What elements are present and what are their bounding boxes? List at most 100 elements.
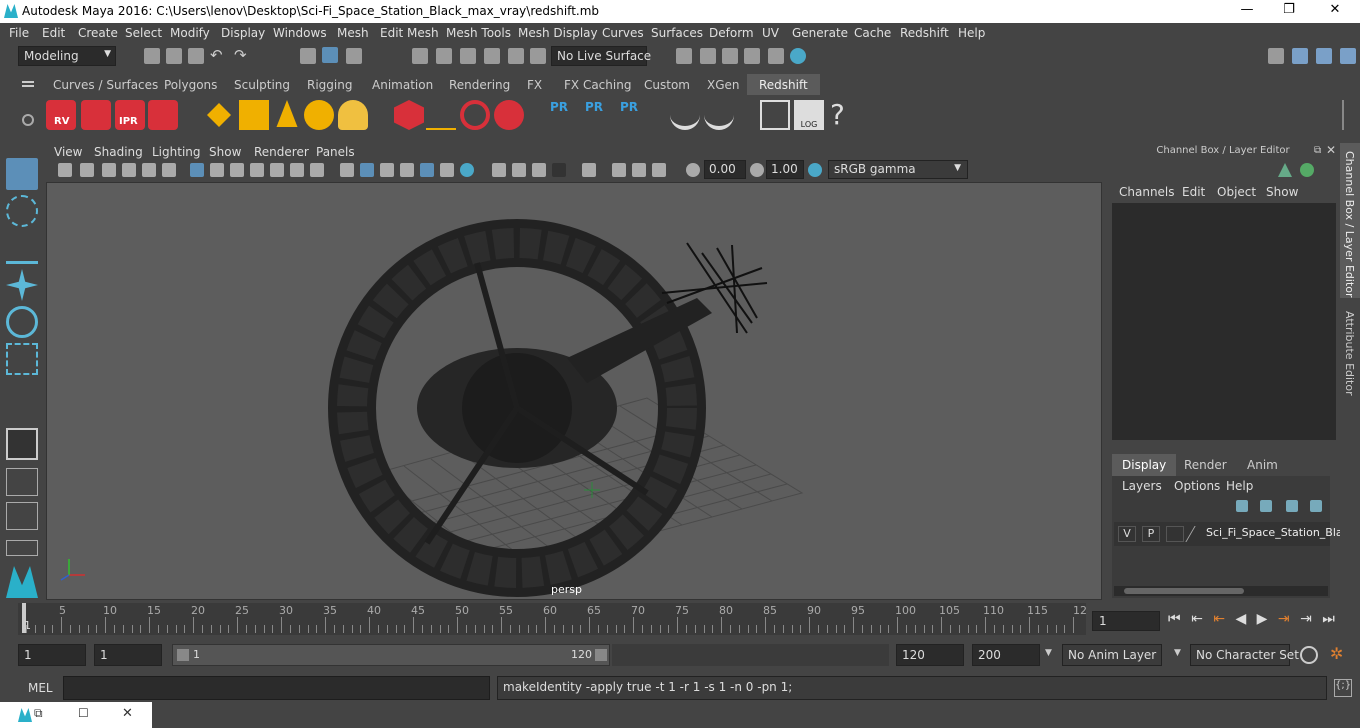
redshift-sun-sky-icon[interactable] — [338, 100, 368, 130]
xray-joints-icon[interactable] — [612, 163, 626, 177]
new-layer-selected-icon[interactable] — [1310, 500, 1322, 512]
graph-layout-icon[interactable] — [6, 540, 38, 556]
render-current-icon[interactable] — [722, 48, 738, 64]
menu-mesh-display[interactable]: Mesh Display — [518, 26, 598, 40]
perspective-viewport[interactable]: persp — [46, 182, 1102, 600]
snap-projected-icon[interactable] — [484, 48, 500, 64]
menu-windows[interactable]: Windows — [273, 26, 327, 40]
step-back-frame-icon[interactable]: ⇤ — [1191, 611, 1203, 627]
maya-logo-icon[interactable] — [6, 566, 38, 598]
animation-end-field[interactable]: 200 — [972, 644, 1040, 666]
current-frame-field[interactable]: 1 — [1092, 611, 1160, 631]
close-icon[interactable]: ✕ — [122, 706, 133, 721]
four-view-layout-icon[interactable] — [6, 468, 38, 496]
redshift-bake-set-icon[interactable] — [704, 100, 734, 130]
redshift-hair-icon[interactable] — [426, 100, 456, 130]
menu-cache[interactable]: Cache — [854, 26, 891, 40]
move-layer-up-icon[interactable] — [1236, 500, 1248, 512]
layer-type-toggle[interactable] — [1166, 526, 1184, 542]
channel-edit-menu[interactable]: Edit — [1182, 185, 1205, 199]
hypershade-icon[interactable] — [790, 48, 806, 64]
exposure-field[interactable]: 0.00 — [704, 160, 746, 179]
pr-proxy-convert-icon[interactable]: PR — [620, 100, 650, 130]
redshift-volume-icon[interactable] — [239, 100, 269, 130]
redshift-log-icon[interactable]: LOG — [794, 100, 824, 130]
toggle-channel-box-icon[interactable] — [1340, 48, 1356, 64]
help-icon[interactable]: ? — [830, 100, 860, 130]
restore-icon[interactable]: ⧉ — [34, 706, 43, 721]
range-slider[interactable]: 1 120 — [172, 644, 610, 666]
live-surface-field[interactable]: No Live Surface — [551, 46, 651, 66]
smooth-shade-icon[interactable] — [360, 163, 374, 177]
snap-surface-icon[interactable] — [508, 48, 524, 64]
redshift-light-icon[interactable] — [276, 100, 298, 127]
redshift-dome-light-icon[interactable] — [304, 100, 334, 130]
menu-edit[interactable]: Edit — [42, 26, 65, 40]
chevron-down-icon[interactable]: ▼ — [1174, 648, 1181, 658]
shelf-menu-icon[interactable] — [22, 81, 34, 83]
move-tool-icon[interactable] — [6, 269, 38, 301]
menu-file[interactable]: File — [9, 26, 29, 40]
snap-curve-icon[interactable] — [436, 48, 452, 64]
animation-start-field[interactable]: 1 — [18, 644, 86, 666]
construction-history-icon[interactable] — [676, 48, 692, 64]
xray-icon[interactable] — [582, 163, 596, 177]
tab-fx-caching[interactable]: FX Caching — [556, 76, 639, 94]
tab-fx[interactable]: FX — [519, 76, 550, 94]
resolution-gate-icon[interactable] — [230, 163, 244, 177]
channel-box-axis-icon[interactable] — [1278, 163, 1292, 177]
xray-active-icon[interactable] — [632, 163, 646, 177]
safe-title-icon[interactable] — [310, 163, 324, 177]
menu-modify[interactable]: Modify — [170, 26, 210, 40]
gate-mask-icon[interactable] — [250, 163, 264, 177]
select-hierarchy-icon[interactable] — [300, 48, 316, 64]
step-forward-key-icon[interactable]: ⇥ — [1278, 611, 1290, 627]
textured-icon[interactable] — [400, 163, 414, 177]
menu-help[interactable]: Help — [958, 26, 985, 40]
menu-select[interactable]: Select — [125, 26, 162, 40]
time-slider[interactable]: 1 5 10 15 20 25 30 35 40 45 50 55 60 65 … — [18, 603, 1087, 635]
two-d-pan-zoom-icon[interactable] — [142, 163, 156, 177]
character-set-dropdown[interactable]: No Character Set — [1190, 644, 1299, 666]
exposure-icon[interactable] — [686, 163, 700, 177]
redshift-ipr-icon[interactable]: IPR — [115, 100, 145, 130]
tab-animation[interactable]: Animation — [364, 76, 441, 94]
menu-deform[interactable]: Deform — [709, 26, 754, 40]
toggle-attribute-editor-icon[interactable] — [1316, 48, 1332, 64]
wireframe-on-shaded-icon[interactable] — [380, 163, 394, 177]
layer-row[interactable]: V P Sci_Fi_Space_Station_Bla — [1114, 522, 1343, 546]
rotate-tool-icon[interactable] — [6, 306, 38, 338]
paint-select-tool-icon[interactable] — [6, 232, 38, 264]
field-chart-icon[interactable] — [270, 163, 284, 177]
workspace-icon[interactable] — [1268, 48, 1284, 64]
menu-create[interactable]: Create — [78, 26, 118, 40]
go-to-end-icon[interactable]: ⏭ — [1322, 611, 1335, 627]
play-forwards-icon[interactable]: ▶ — [1257, 611, 1268, 627]
redshift-sphere-icon[interactable] — [494, 100, 524, 130]
screen-space-ao-icon[interactable] — [460, 163, 474, 177]
select-tool-icon[interactable] — [6, 158, 38, 190]
redshift-batch-render-icon[interactable] — [81, 100, 111, 130]
multisample-aa-icon[interactable] — [512, 163, 526, 177]
panel-menu-renderer[interactable]: Renderer — [254, 145, 309, 159]
menu-display[interactable]: Display — [221, 26, 265, 40]
tab-curves-surfaces[interactable]: Curves / Surfaces — [45, 76, 166, 94]
camera-attributes-icon[interactable] — [80, 163, 94, 177]
channel-object-menu[interactable]: Object — [1217, 185, 1256, 199]
tab-rendering[interactable]: Rendering — [441, 76, 518, 94]
snap-point-icon[interactable] — [460, 48, 476, 64]
menu-set-dropdown[interactable]: Modeling ▼ — [18, 46, 116, 66]
close-button[interactable]: ✕ — [1320, 2, 1350, 20]
tab-custom[interactable]: Custom — [636, 76, 698, 94]
close-panel-icon[interactable]: ✕ — [1326, 143, 1336, 157]
camera-icon[interactable] — [58, 163, 72, 177]
outliner-layout-icon[interactable] — [6, 502, 38, 530]
render-settings-icon[interactable] — [768, 48, 784, 64]
undo-icon[interactable]: ↶ — [210, 46, 223, 64]
snap-grid-icon[interactable] — [412, 48, 428, 64]
anim-layer-dropdown[interactable]: No Anim Layer — [1062, 644, 1162, 666]
new-scene-icon[interactable] — [144, 48, 160, 64]
redshift-bake-icon[interactable] — [670, 100, 700, 130]
redshift-curve-icon[interactable] — [460, 100, 490, 130]
menu-edit-mesh[interactable]: Edit Mesh — [380, 26, 439, 40]
